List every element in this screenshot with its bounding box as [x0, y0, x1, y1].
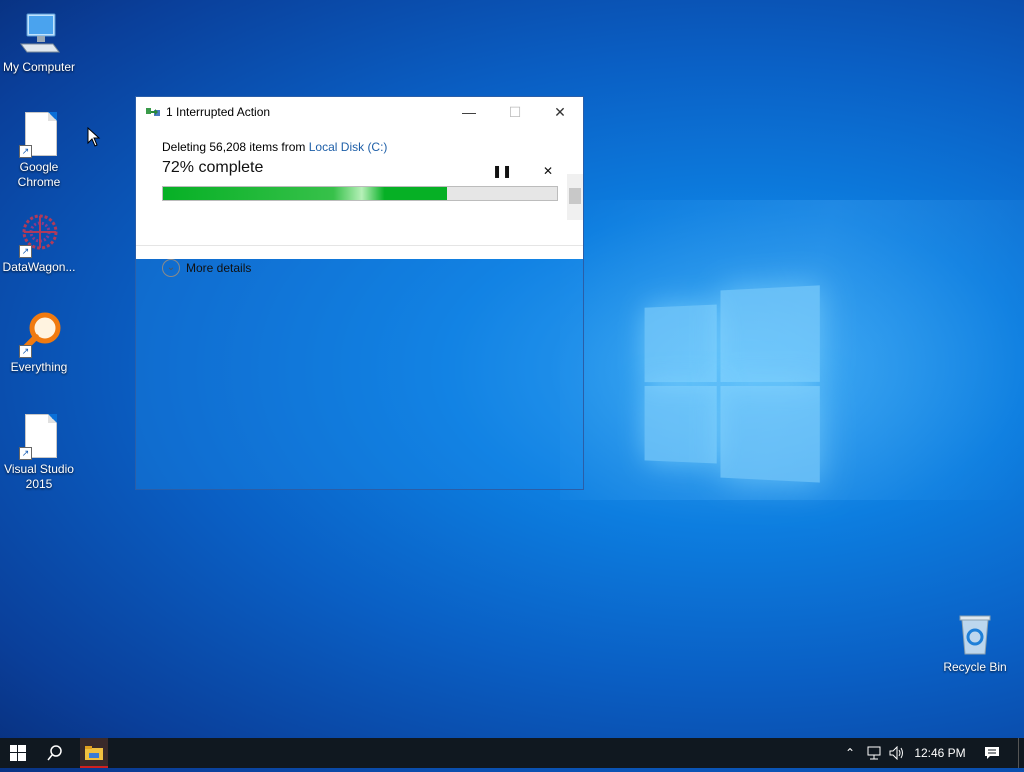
desktop-icon-label: DataWagon... [2, 260, 76, 274]
desktop-icon-my-computer[interactable]: My Computer [0, 10, 78, 75]
recycle-bin-icon [957, 612, 993, 656]
maximize-button[interactable]: ☐ [492, 97, 538, 127]
desktop-icon-label: Everything [10, 360, 68, 374]
status-line: Deleting 56,208 items from Local Disk (C… [162, 140, 387, 154]
interrupted-action-dialog: 1 Interrupted Action — ☐ ✕ Deleting 56,2… [135, 96, 584, 490]
percent-complete: 72% complete [162, 159, 264, 176]
desktop-icon-recycle-bin[interactable]: Recycle Bin [940, 612, 1010, 674]
shortcut-arrow-icon: ↗ [19, 447, 32, 460]
cancel-button[interactable]: ✕ [538, 161, 558, 181]
mouse-cursor-icon [87, 127, 101, 147]
desktop-icon-label: Recycle Bin [943, 660, 1007, 674]
action-center-icon[interactable] [980, 738, 1004, 768]
vertical-scrollbar[interactable] [567, 174, 583, 220]
shortcut-arrow-icon: ↗ [19, 345, 32, 358]
clock[interactable]: 12:46 PM [912, 738, 968, 768]
folder-icon [85, 746, 103, 760]
document-icon: ↗ [15, 412, 63, 460]
desktop-icon-datawagon[interactable]: ↗ DataWagon... [0, 210, 78, 275]
shortcut-arrow-icon: ↗ [19, 245, 32, 258]
desktop-icon-label: Google Chrome [17, 160, 61, 189]
more-details-label: More details [186, 261, 252, 275]
dialog-body: 1 Interrupted Action — ☐ ✕ Deleting 56,2… [136, 97, 583, 277]
progress-bar [162, 186, 558, 201]
magnifier-icon: ↗ [15, 310, 63, 358]
file-operation-icon [146, 108, 160, 116]
volume-icon[interactable] [888, 738, 906, 768]
source-link[interactable]: Local Disk (C:) [309, 140, 388, 154]
desktop-icon-visual-studio-2015[interactable]: ↗ Visual Studio 2015 [0, 412, 78, 492]
desktop-icon-everything[interactable]: ↗ Everything [0, 310, 78, 375]
computer-icon [15, 10, 63, 58]
desktop-icon-label: Visual Studio 2015 [4, 462, 74, 491]
desktop-icon-google-chrome[interactable]: ↗ Google Chrome [0, 110, 78, 190]
progress-fill [163, 187, 447, 200]
shortcut-arrow-icon: ↗ [19, 145, 32, 158]
taskbar: ⌃ 12:46 PM [0, 738, 1024, 768]
pause-button[interactable]: ❚❚ [492, 161, 512, 181]
more-details-toggle[interactable]: ⌄ More details [162, 259, 251, 277]
start-button[interactable] [0, 738, 36, 768]
datawagon-icon: ↗ [15, 210, 63, 258]
status-prefix: Deleting 56,208 items from [162, 140, 309, 154]
network-icon[interactable] [865, 738, 883, 768]
search-icon [47, 745, 62, 761]
minimize-button[interactable]: — [446, 97, 492, 127]
document-icon: ↗ [15, 110, 63, 158]
dialog-title: 1 Interrupted Action [166, 105, 271, 119]
chevron-down-icon: ⌄ [162, 259, 180, 277]
windows-wallpaper-logo [644, 285, 822, 485]
search-button[interactable] [38, 738, 72, 768]
close-button[interactable]: ✕ [537, 97, 583, 127]
divider [136, 245, 583, 246]
desktop-icon-label: My Computer [2, 60, 76, 74]
show-desktop-button[interactable] [1018, 738, 1024, 768]
scrollbar-thumb[interactable] [569, 188, 581, 204]
windows-start-icon [10, 745, 26, 761]
file-explorer-taskbar-button[interactable] [80, 738, 108, 768]
dialog-titlebar[interactable]: 1 Interrupted Action — ☐ ✕ [136, 97, 583, 127]
show-hidden-icons-button[interactable]: ⌃ [842, 738, 858, 768]
